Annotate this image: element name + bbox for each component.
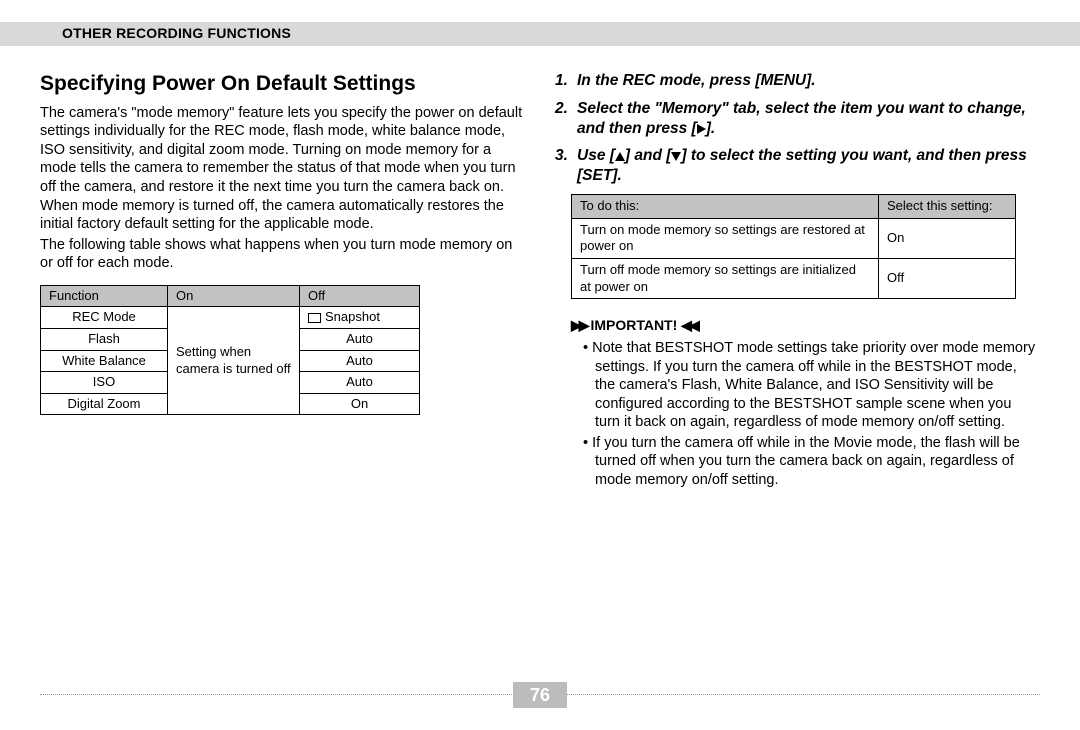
page-number: 76 [513, 682, 567, 708]
col-on: On [168, 285, 300, 307]
procedure-steps: 1.In the REC mode, press [MENU]. 2.Selec… [555, 71, 1040, 186]
off-rec-mode: Snapshot [300, 307, 420, 329]
off-dzoom: On [300, 393, 420, 415]
important-label: IMPORTANT! [590, 317, 677, 333]
note-1: Note that BESTSHOT mode settings take pr… [595, 339, 1040, 432]
off-wb: Auto [300, 350, 420, 372]
select-on: On [879, 218, 1016, 258]
step-1: 1.In the REC mode, press [MENU]. [555, 71, 1040, 91]
step-text-a: Select the "Memory" tab, select the item… [577, 100, 1026, 137]
mode-memory-table: Function On Off REC Mode Setting when ca… [40, 285, 420, 416]
off-rec-mode-text: Snapshot [325, 309, 380, 324]
step-number: 3. [555, 146, 577, 166]
col-function: Function [41, 285, 168, 307]
fn-wb: White Balance [41, 350, 168, 372]
step-text-b: ]. [706, 120, 715, 137]
two-column-layout: Specifying Power On Default Settings The… [40, 71, 1040, 492]
down-arrow-icon [671, 152, 681, 161]
table-row: Turn on mode memory so settings are rest… [572, 218, 1016, 258]
todo-on: Turn on mode memory so settings are rest… [572, 218, 879, 258]
table-header-row: To do this: Select this setting: [572, 195, 1016, 219]
fn-flash: Flash [41, 328, 168, 350]
important-heading: ▶▶ IMPORTANT! ◀◀ [571, 317, 1040, 335]
select-off: Off [879, 258, 1016, 298]
step-text: In the REC mode, press [MENU]. [577, 72, 816, 89]
fn-dzoom: Digital Zoom [41, 393, 168, 415]
table-row: REC Mode Setting when camera is turned o… [41, 307, 420, 329]
note-2: If you turn the camera off while in the … [595, 434, 1040, 490]
important-icon-left: ▶▶ [571, 317, 587, 333]
up-arrow-icon [615, 152, 625, 161]
section-header: OTHER RECORDING FUNCTIONS [40, 0, 1040, 43]
step-2: 2.Select the "Memory" tab, select the it… [555, 99, 1040, 139]
important-icon-right: ◀◀ [681, 317, 697, 333]
setting-selection-table: To do this: Select this setting: Turn on… [571, 194, 1016, 299]
snapshot-icon [308, 313, 321, 323]
right-arrow-icon [697, 124, 706, 134]
step-3: 3.Use [] and [] to select the setting yo… [555, 146, 1040, 186]
todo-off: Turn off mode memory so settings are ini… [572, 258, 879, 298]
left-column: Specifying Power On Default Settings The… [40, 71, 525, 492]
step-number: 1. [555, 71, 577, 91]
step-text-b: ] and [ [625, 147, 672, 164]
intro-paragraph-2: The following table shows what happens w… [40, 236, 525, 273]
page-title: Specifying Power On Default Settings [40, 71, 525, 98]
manual-page: OTHER RECORDING FUNCTIONS Specifying Pow… [0, 0, 1080, 730]
on-merged-cell: Setting when camera is turned off [168, 307, 300, 415]
col-off: Off [300, 285, 420, 307]
off-flash: Auto [300, 328, 420, 350]
intro-paragraph-1: The camera's "mode memory" feature lets … [40, 104, 525, 234]
off-iso: Auto [300, 372, 420, 394]
col-select: Select this setting: [879, 195, 1016, 219]
right-column: 1.In the REC mode, press [MENU]. 2.Selec… [555, 71, 1040, 492]
table-row: Turn off mode memory so settings are ini… [572, 258, 1016, 298]
step-text-a: Use [ [577, 147, 615, 164]
important-notes: Note that BESTSHOT mode settings take pr… [555, 339, 1040, 489]
table-header-row: Function On Off [41, 285, 420, 307]
fn-iso: ISO [41, 372, 168, 394]
col-todo: To do this: [572, 195, 879, 219]
step-number: 2. [555, 99, 577, 119]
fn-rec-mode: REC Mode [41, 307, 168, 329]
